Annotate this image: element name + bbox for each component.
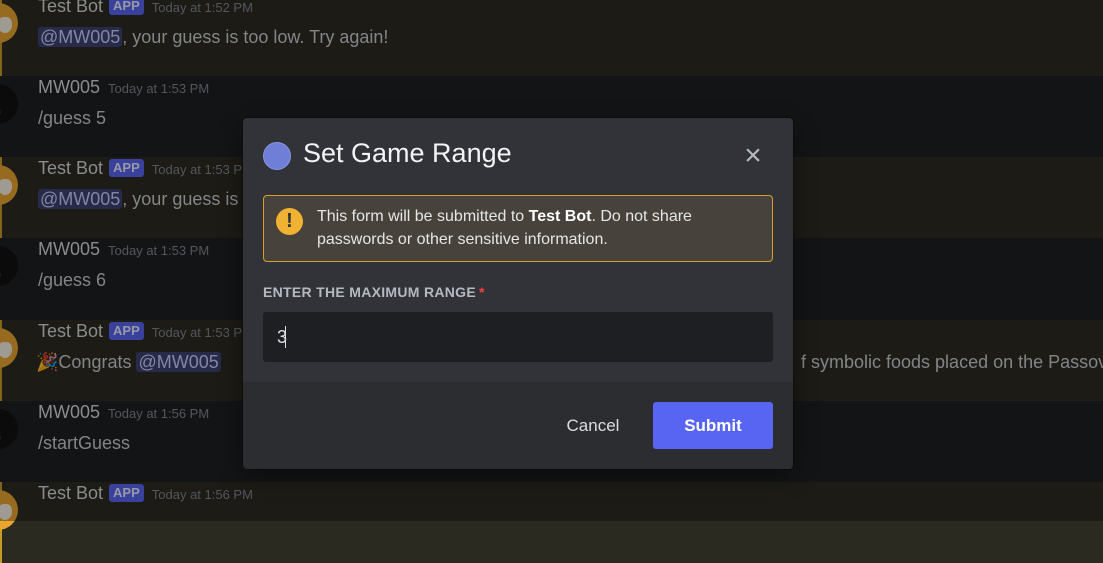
warning-bot-name: Test Bot bbox=[528, 208, 592, 225]
submit-button[interactable]: Submit bbox=[653, 402, 773, 449]
app-icon bbox=[263, 142, 291, 170]
warning-prefix: This form will be submitted to bbox=[317, 208, 529, 225]
maximum-range-input[interactable] bbox=[263, 312, 773, 362]
required-mark: * bbox=[479, 284, 485, 300]
close-icon[interactable]: × bbox=[739, 141, 767, 171]
warning-notice: ! This form will be submitted to Test Bo… bbox=[263, 195, 773, 262]
field-label-text: ENTER THE MAXIMUM RANGE bbox=[263, 284, 477, 300]
modal-title: Set Game Range bbox=[303, 138, 512, 168]
warning-text: This form will be submitted to Test Bot.… bbox=[317, 205, 757, 251]
set-game-range-modal: Set Game Range × ! This form will be sub… bbox=[243, 118, 793, 469]
field-label: ENTER THE MAXIMUM RANGE * bbox=[263, 284, 485, 300]
text-caret bbox=[285, 326, 286, 348]
modal-header: Set Game Range × bbox=[243, 118, 793, 194]
warning-icon: ! bbox=[276, 208, 303, 235]
cancel-button[interactable]: Cancel bbox=[553, 403, 633, 449]
